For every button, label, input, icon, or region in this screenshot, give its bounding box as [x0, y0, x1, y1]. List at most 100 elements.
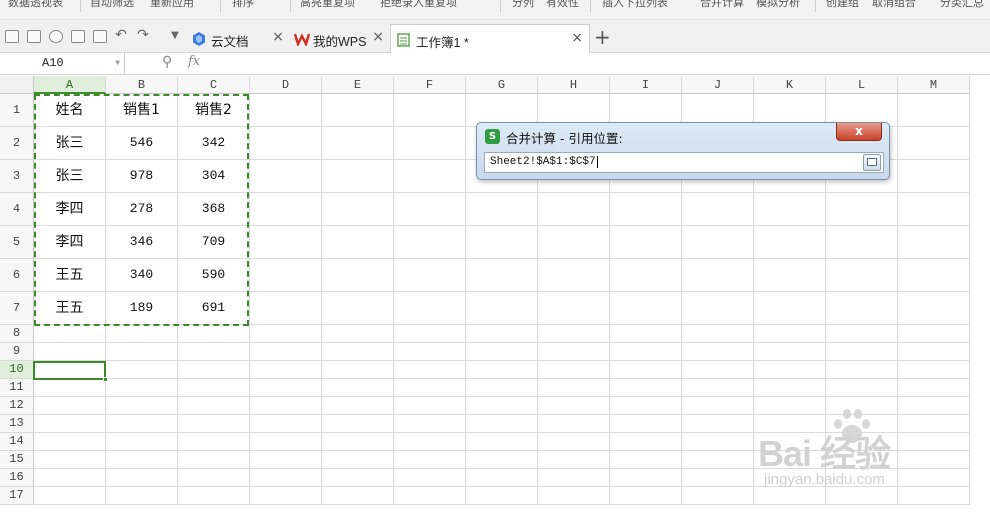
cell-e8[interactable] — [322, 325, 394, 343]
cell-l17[interactable] — [826, 487, 898, 505]
tab-cloud-docs[interactable]: 云文档 × — [186, 24, 290, 53]
cell-l7[interactable] — [826, 292, 898, 325]
cell-d12[interactable] — [250, 397, 322, 415]
cell-f17[interactable] — [394, 487, 466, 505]
cell-e12[interactable] — [322, 397, 394, 415]
cell-c14[interactable] — [178, 433, 250, 451]
cell-c10[interactable] — [178, 361, 250, 379]
row-header-13[interactable]: 13 — [0, 415, 34, 433]
cell-i12[interactable] — [610, 397, 682, 415]
cell-l12[interactable] — [826, 397, 898, 415]
close-tab-icon[interactable]: × — [571, 30, 583, 46]
cell-k7[interactable] — [754, 292, 826, 325]
cell-l4[interactable] — [826, 193, 898, 226]
cell-g12[interactable] — [466, 397, 538, 415]
cell-f10[interactable] — [394, 361, 466, 379]
cell-k14[interactable] — [754, 433, 826, 451]
row-header-11[interactable]: 11 — [0, 379, 34, 397]
cell-f3[interactable] — [394, 160, 466, 193]
cell-m9[interactable] — [898, 343, 970, 361]
cell-b11[interactable] — [106, 379, 178, 397]
cell-f13[interactable] — [394, 415, 466, 433]
ribbon-item[interactable]: 排序 — [232, 0, 254, 10]
cell-i10[interactable] — [610, 361, 682, 379]
cell-i9[interactable] — [610, 343, 682, 361]
cell-d7[interactable] — [250, 292, 322, 325]
cell-i8[interactable] — [610, 325, 682, 343]
cell-h7[interactable] — [538, 292, 610, 325]
cell-d4[interactable] — [250, 193, 322, 226]
cell-c7[interactable]: 691 — [178, 292, 250, 325]
expand-dialog-button[interactable] — [863, 154, 881, 171]
export-pdf-icon[interactable] — [49, 30, 63, 43]
tab-workbook1[interactable]: 工作簿1 * × — [390, 24, 590, 53]
cell-c4[interactable]: 368 — [178, 193, 250, 226]
cell-j9[interactable] — [682, 343, 754, 361]
cell-i6[interactable] — [610, 259, 682, 292]
cell-d9[interactable] — [250, 343, 322, 361]
cell-j5[interactable] — [682, 226, 754, 259]
cell-e2[interactable] — [322, 127, 394, 160]
cell-m8[interactable] — [898, 325, 970, 343]
cell-b4[interactable]: 278 — [106, 193, 178, 226]
cell-m11[interactable] — [898, 379, 970, 397]
column-header-b[interactable]: B — [106, 76, 178, 94]
print-icon[interactable] — [71, 30, 85, 43]
column-header-d[interactable]: D — [250, 76, 322, 94]
cell-j8[interactable] — [682, 325, 754, 343]
cell-h5[interactable] — [538, 226, 610, 259]
cell-j11[interactable] — [682, 379, 754, 397]
close-tab-icon[interactable]: × — [372, 29, 384, 45]
cell-a8[interactable] — [34, 325, 106, 343]
ribbon-item[interactable]: 分类汇总 — [940, 0, 984, 10]
cell-g13[interactable] — [466, 415, 538, 433]
cell-d5[interactable] — [250, 226, 322, 259]
cell-l13[interactable] — [826, 415, 898, 433]
cell-a14[interactable] — [34, 433, 106, 451]
row-header-17[interactable]: 17 — [0, 487, 34, 505]
cell-b3[interactable]: 978 — [106, 160, 178, 193]
cell-l14[interactable] — [826, 433, 898, 451]
cell-k13[interactable] — [754, 415, 826, 433]
row-header-9[interactable]: 9 — [0, 343, 34, 361]
cell-b13[interactable] — [106, 415, 178, 433]
cell-l11[interactable] — [826, 379, 898, 397]
cell-i14[interactable] — [610, 433, 682, 451]
column-header-j[interactable]: J — [682, 76, 754, 94]
cell-j12[interactable] — [682, 397, 754, 415]
column-header-i[interactable]: I — [610, 76, 682, 94]
cell-e16[interactable] — [322, 469, 394, 487]
cell-a7[interactable]: 王五 — [34, 292, 106, 325]
cell-m7[interactable] — [898, 292, 970, 325]
cell-e17[interactable] — [322, 487, 394, 505]
cell-b6[interactable]: 340 — [106, 259, 178, 292]
cell-c16[interactable] — [178, 469, 250, 487]
column-header-g[interactable]: G — [466, 76, 538, 94]
cell-j13[interactable] — [682, 415, 754, 433]
cell-d15[interactable] — [250, 451, 322, 469]
column-header-a[interactable]: A — [34, 76, 106, 94]
cell-l10[interactable] — [826, 361, 898, 379]
cell-f6[interactable] — [394, 259, 466, 292]
cell-e5[interactable] — [322, 226, 394, 259]
cell-l8[interactable] — [826, 325, 898, 343]
chevron-down-icon[interactable]: ▼ — [115, 53, 120, 74]
cell-b17[interactable] — [106, 487, 178, 505]
cell-b1[interactable]: 销售1 — [106, 94, 178, 127]
cell-f7[interactable] — [394, 292, 466, 325]
ribbon-item[interactable]: 分列 — [512, 0, 534, 10]
quick-access-dropdown-icon[interactable]: ▼ — [168, 29, 182, 42]
cell-h10[interactable] — [538, 361, 610, 379]
cell-a6[interactable]: 王五 — [34, 259, 106, 292]
cell-i17[interactable] — [610, 487, 682, 505]
cell-a17[interactable] — [34, 487, 106, 505]
cell-a15[interactable] — [34, 451, 106, 469]
cell-a2[interactable]: 张三 — [34, 127, 106, 160]
cell-g11[interactable] — [466, 379, 538, 397]
cell-c6[interactable]: 590 — [178, 259, 250, 292]
cell-i16[interactable] — [610, 469, 682, 487]
cell-g9[interactable] — [466, 343, 538, 361]
ribbon-item[interactable]: 重新应用 — [150, 0, 194, 10]
cell-k8[interactable] — [754, 325, 826, 343]
cell-d10[interactable] — [250, 361, 322, 379]
